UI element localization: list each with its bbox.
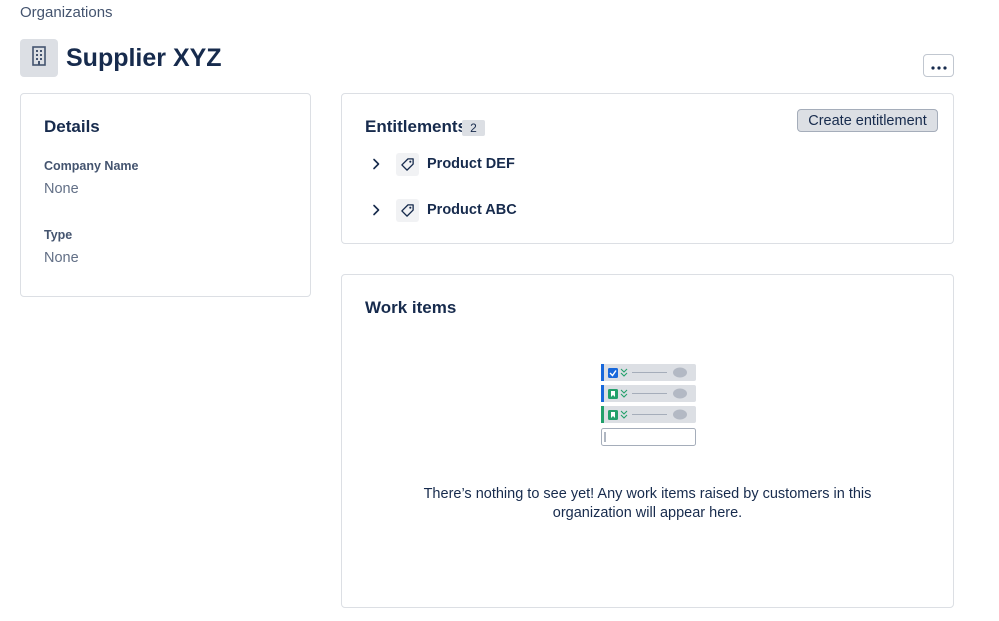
entitlements-title: Entitlements xyxy=(365,117,468,136)
work-items-title: Work items xyxy=(365,298,457,317)
details-title: Details xyxy=(44,117,100,136)
type-value[interactable]: None xyxy=(44,250,79,266)
more-horizontal-icon xyxy=(930,57,947,75)
company-name-label: Company Name xyxy=(44,159,139,173)
type-label: Type xyxy=(44,228,73,242)
building-icon xyxy=(29,45,49,72)
details-card: Details Company Name None Type None xyxy=(20,93,311,297)
create-entitlement-button[interactable]: Create entitlement xyxy=(797,109,938,132)
entitlement-name[interactable]: Product ABC xyxy=(427,202,517,218)
org-avatar xyxy=(20,39,58,77)
tag-icon xyxy=(396,198,419,222)
breadcrumb[interactable]: Organizations xyxy=(20,4,113,21)
entitlements-card: Entitlements 2 Create entitlement Produc… xyxy=(341,93,954,244)
entitlement-row[interactable]: Product ABC xyxy=(364,197,517,223)
chevron-right-icon[interactable] xyxy=(364,198,388,222)
page-title: Supplier XYZ xyxy=(66,44,222,72)
entitlement-name[interactable]: Product DEF xyxy=(427,156,515,172)
work-items-card: Work items There’s nothing to see yet! A… xyxy=(341,274,954,608)
empty-state-message: There’s nothing to see yet! Any work ite… xyxy=(423,486,872,521)
tag-icon xyxy=(396,152,419,176)
company-name-value[interactable]: None xyxy=(44,181,79,197)
empty-state-illustration xyxy=(600,363,698,454)
entitlements-count-badge: 2 xyxy=(462,120,485,136)
more-actions-button[interactable] xyxy=(923,54,954,77)
chevron-right-icon[interactable] xyxy=(364,152,388,176)
entitlement-row[interactable]: Product DEF xyxy=(364,151,515,177)
